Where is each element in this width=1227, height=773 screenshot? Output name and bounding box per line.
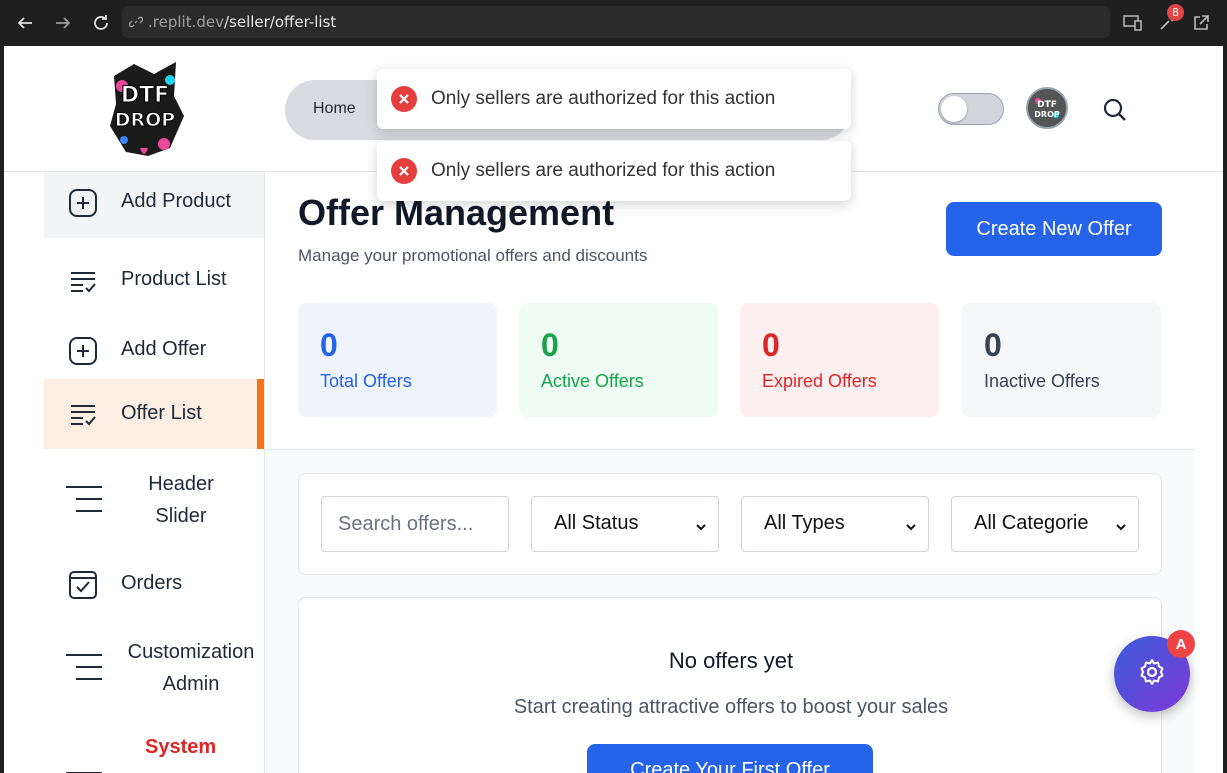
window-edge <box>1223 46 1227 773</box>
error-icon <box>391 86 417 112</box>
sidebar-item-label: Add Offer <box>121 338 207 360</box>
chevron-down-icon <box>1114 517 1128 531</box>
address-bar[interactable]: .replit.dev/seller/offer-list <box>122 6 1110 38</box>
stat-card-inactive: 0 Inactive Offers <box>962 303 1161 417</box>
main-content: Offer Management Manage your promotional… <box>266 172 1194 773</box>
sidebar-item-system[interactable]: System <box>44 728 264 773</box>
sidebar-item-orders[interactable]: Orders <box>44 556 264 612</box>
empty-state: No offers yet Start creating attractive … <box>298 597 1162 773</box>
stat-value: 0 <box>541 327 559 363</box>
browser-toolbar: .replit.dev/seller/offer-list 8 <box>0 0 1227 46</box>
chevron-down-icon <box>694 517 708 531</box>
sidebar-item-label: Add Product <box>121 190 232 212</box>
empty-subtitle: Start creating attractive offers to boos… <box>513 696 949 718</box>
sidebar-item-label: Product List <box>121 268 227 290</box>
nav-home-link[interactable]: Home <box>313 100 356 118</box>
open-external-icon[interactable] <box>1186 8 1216 38</box>
fab-badge: A <box>1167 630 1195 658</box>
avatar[interactable]: DTF DROP <box>1026 87 1068 129</box>
list-check-icon <box>66 397 100 431</box>
status-select[interactable]: All Status <box>531 496 719 552</box>
create-first-offer-button[interactable]: Create Your First Offer <box>587 744 873 773</box>
devices-icon[interactable] <box>1118 8 1148 38</box>
sidebar-item-label: System <box>145 736 217 758</box>
svg-text:DTF: DTF <box>1037 100 1057 110</box>
menu-lines-icon <box>64 762 104 773</box>
page-header-section: Offer Management Manage your promotional… <box>266 172 1194 450</box>
stat-value: 0 <box>984 327 1002 363</box>
sidebar-item-label: Offer List <box>121 402 202 424</box>
stat-card-total: 0 Total Offers <box>298 303 497 417</box>
chevron-down-icon <box>904 517 918 531</box>
filter-bar: All Status All Types All Categorie <box>298 473 1162 575</box>
svg-text:DROP: DROP <box>115 109 176 131</box>
error-toast[interactable]: Only sellers are authorized for this act… <box>377 141 851 201</box>
error-toast[interactable]: Only sellers are authorized for this act… <box>377 69 851 129</box>
stat-value: 0 <box>762 327 780 363</box>
active-indicator <box>257 379 264 449</box>
sidebar-item-label: Orders <box>121 572 183 594</box>
empty-title: No offers yet <box>668 648 794 673</box>
stat-label: Active Offers <box>541 371 644 391</box>
stat-label: Expired Offers <box>762 371 877 391</box>
sidebar-item-offer-list[interactable]: Offer List <box>44 379 264 449</box>
sidebar-item-label: Customization Admin <box>127 641 255 695</box>
sidebar-item-add-offer[interactable]: Add Offer <box>44 322 264 378</box>
brand-logo[interactable]: DTF DROP <box>104 56 186 164</box>
stat-label: Inactive Offers <box>984 371 1100 391</box>
stat-card-expired: 0 Expired Offers <box>740 303 939 417</box>
toast-message: Only sellers are authorized for this act… <box>431 160 776 181</box>
extension-badge: 8 <box>1167 4 1184 21</box>
sidebar-item-customization-admin[interactable]: Customization Admin <box>44 630 264 706</box>
categories-select[interactable]: All Categorie <box>951 496 1139 552</box>
create-new-offer-button[interactable]: Create New Offer <box>946 202 1162 256</box>
sidebar-item-product-list[interactable]: Product List <box>44 252 264 308</box>
types-select[interactable]: All Types <box>741 496 929 552</box>
checkbox-icon <box>66 568 100 602</box>
error-icon <box>391 158 417 184</box>
menu-lines-icon <box>64 482 104 516</box>
svg-text:DTF: DTF <box>121 83 169 108</box>
list-check-icon <box>66 264 100 298</box>
gear-icon <box>1137 657 1167 691</box>
sidebar-item-label: Header Slider <box>148 473 214 527</box>
search-input[interactable] <box>321 496 509 552</box>
app: DTF DROP Home DTF DROP Add Product Produ… <box>4 46 1223 773</box>
toggle-knob <box>941 96 967 122</box>
forward-icon[interactable] <box>48 8 78 38</box>
url-text: .replit.dev/seller/offer-list <box>148 13 337 31</box>
reload-icon[interactable] <box>86 8 116 38</box>
plus-square-icon <box>66 334 100 368</box>
sidebar: Add Product Product List Add Offer Offer… <box>44 172 265 773</box>
stat-label: Total Offers <box>320 371 412 391</box>
search-icon[interactable] <box>1101 96 1129 124</box>
stat-card-active: 0 Active Offers <box>519 303 718 417</box>
back-icon[interactable] <box>10 8 40 38</box>
link-icon <box>129 16 143 28</box>
page-subtitle: Manage your promotional offers and disco… <box>298 246 648 265</box>
menu-lines-icon <box>64 650 104 684</box>
theme-toggle[interactable] <box>938 93 1004 125</box>
plus-square-icon <box>66 186 100 220</box>
stat-value: 0 <box>320 327 338 363</box>
toast-message: Only sellers are authorized for this act… <box>431 88 776 109</box>
sidebar-item-header-slider[interactable]: Header Slider <box>44 462 264 538</box>
sidebar-item-add-product[interactable]: Add Product <box>44 172 264 238</box>
svg-text:DROP: DROP <box>1034 110 1060 119</box>
